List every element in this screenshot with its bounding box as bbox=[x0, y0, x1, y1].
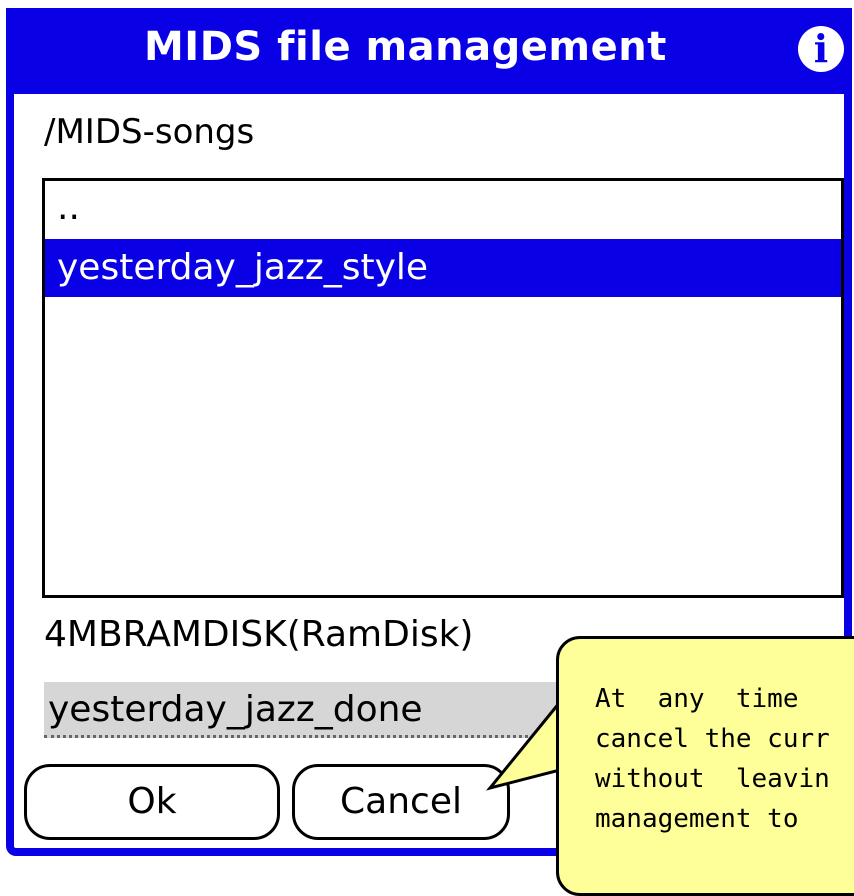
title-bar: MIDS file management i bbox=[14, 8, 844, 94]
list-item-selected-file[interactable]: yesterday_jazz_style bbox=[45, 239, 841, 297]
current-path: /MIDS-songs bbox=[44, 112, 255, 152]
tooltip-line-1: At any time bbox=[595, 684, 799, 714]
ok-button[interactable]: Ok bbox=[24, 764, 280, 840]
volume-label[interactable]: 4MBRAMDISK(RamDisk) bbox=[44, 614, 473, 655]
info-icon[interactable]: i bbox=[798, 26, 844, 72]
tooltip-text: At any time cancel the curr without leav… bbox=[595, 679, 854, 839]
tooltip-line-3: without leavin bbox=[595, 764, 830, 794]
tooltip-line-2: cancel the curr bbox=[595, 724, 830, 754]
dialog-title: MIDS file management bbox=[144, 24, 667, 70]
file-list[interactable]: .. yesterday_jazz_style bbox=[42, 178, 844, 598]
help-tooltip: At any time cancel the curr without leav… bbox=[556, 636, 854, 896]
tooltip-line-4: management to bbox=[595, 804, 799, 834]
tooltip-pointer bbox=[485, 700, 570, 810]
list-item-parent-directory[interactable]: .. bbox=[45, 190, 841, 239]
